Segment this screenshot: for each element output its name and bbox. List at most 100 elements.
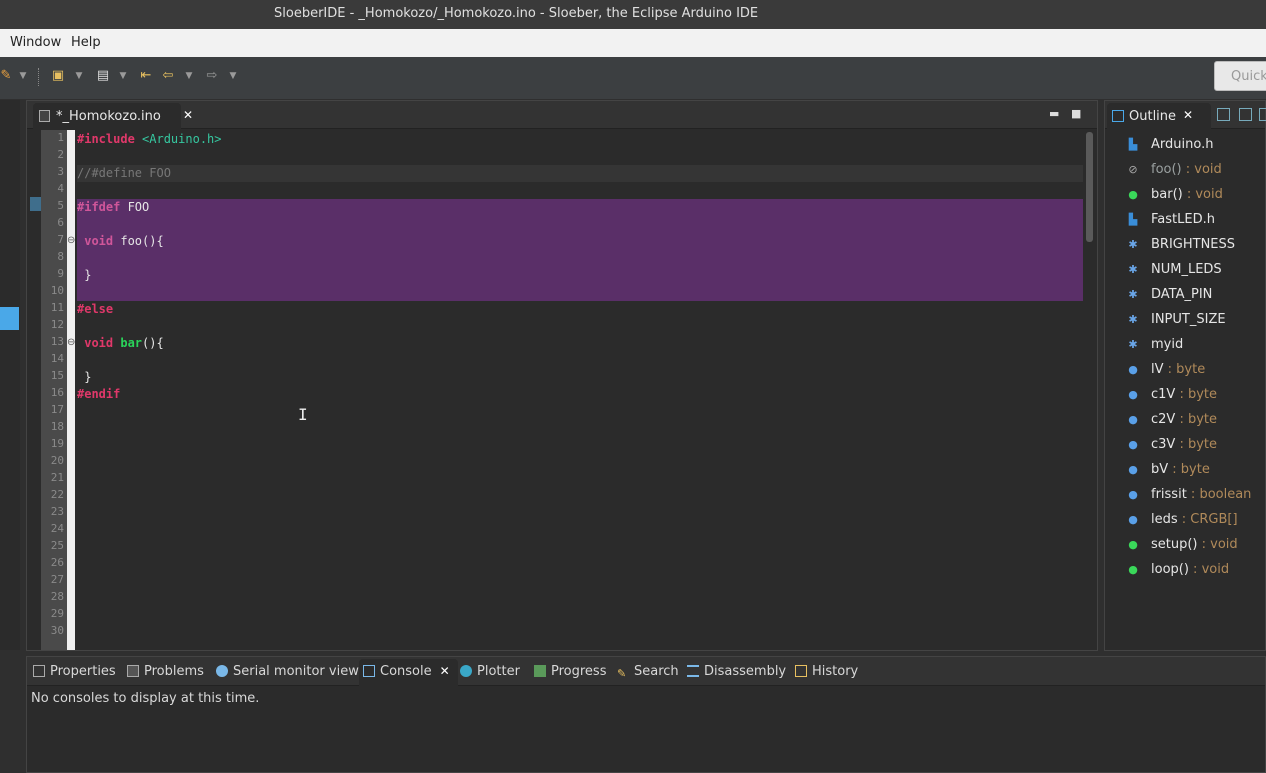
outline-item[interactable]: ● c3V : byte: [1127, 437, 1217, 457]
function-icon: ●: [1128, 538, 1138, 551]
menu-window[interactable]: Window: [10, 35, 61, 50]
variable-icon: ●: [1128, 463, 1138, 476]
source-file-icon: [39, 110, 50, 122]
code-area[interactable]: #include <Arduino.h> //#define FOO #ifde…: [77, 130, 1083, 650]
code-line-9: }: [77, 268, 92, 282]
window-title: SloeberIDE - _Homokozo/_Homokozo.ino - S…: [274, 6, 759, 21]
fold-toggle-icon[interactable]: ⊖: [67, 337, 75, 348]
build-icon[interactable]: ✎: [0, 68, 14, 84]
editor-tab-bar: *_Homokozo.ino ✕ ▬ ■: [27, 101, 1097, 129]
tab-plotter[interactable]: Plotter: [460, 664, 520, 679]
line-number: 18: [50, 420, 64, 433]
minimize-icon[interactable]: ▬: [1049, 107, 1059, 120]
forward-icon[interactable]: ⇨: [204, 68, 220, 84]
code-line-16: #endif: [77, 387, 121, 401]
code-line-1: #include <Arduino.h>: [77, 132, 222, 146]
line-number: 2: [57, 148, 64, 161]
line-number: 7: [57, 233, 64, 246]
close-icon[interactable]: ✕: [183, 108, 193, 122]
outline-tab-bar: Outline ✕: [1105, 101, 1266, 129]
outline-item[interactable]: ● leds : CRGB[]: [1127, 512, 1237, 532]
quick-access-field[interactable]: Quick: [1214, 61, 1266, 91]
problems-icon: [127, 665, 139, 677]
tab-problems[interactable]: Problems: [127, 664, 204, 679]
outline-item[interactable]: ⊘ foo() : void: [1127, 162, 1221, 182]
close-icon[interactable]: ✕: [1183, 108, 1193, 122]
outline-item[interactable]: ● c2V : byte: [1127, 412, 1217, 432]
close-icon[interactable]: ✕: [440, 664, 450, 678]
tab-disassembly[interactable]: Disassembly: [687, 664, 786, 679]
outline-tab-label: Outline: [1129, 109, 1177, 124]
editor-vertical-scrollbar[interactable]: [1085, 130, 1095, 650]
line-number: 26: [50, 556, 64, 569]
annotation-icon[interactable]: ▤: [95, 68, 111, 84]
editor-tab-label: *_Homokozo.ino: [56, 109, 161, 124]
outline-item[interactable]: ● frissit : boolean: [1127, 487, 1251, 507]
outline-item[interactable]: ● lV : byte: [1127, 362, 1205, 382]
left-side-panel: [0, 100, 20, 650]
line-number: 23: [50, 505, 64, 518]
tab-properties[interactable]: Properties: [33, 664, 116, 679]
back-icon[interactable]: ⇦: [160, 68, 176, 84]
function-icon: ●: [1128, 563, 1138, 576]
tab-outline[interactable]: Outline ✕: [1107, 103, 1211, 129]
outline-item[interactable]: ● bV : byte: [1127, 462, 1210, 482]
outline-item[interactable]: ● setup() : void: [1127, 537, 1237, 557]
outline-item[interactable]: ▙ Arduino.h: [1127, 137, 1214, 157]
macro-icon: ✱: [1128, 313, 1138, 326]
line-number: 25: [50, 539, 64, 552]
hide-fields-icon[interactable]: [1217, 108, 1230, 121]
line-number: 10: [50, 284, 64, 297]
line-number: 14: [50, 352, 64, 365]
tab-history[interactable]: History: [795, 664, 858, 679]
editor-tab-homokozo[interactable]: *_Homokozo.ino ✕: [33, 103, 193, 129]
tab-serial-monitor[interactable]: Serial monitor view: [216, 664, 359, 679]
text-cursor-icon: I: [298, 405, 308, 424]
line-number: 12: [50, 318, 64, 331]
outline-item[interactable]: ● c1V : byte: [1127, 387, 1217, 407]
line-number: 15: [50, 369, 64, 382]
line-number: 24: [50, 522, 64, 535]
tab-progress[interactable]: Progress: [534, 664, 606, 679]
outline-item[interactable]: ● bar() : void: [1127, 187, 1223, 207]
last-edit-icon[interactable]: ⇤: [138, 68, 154, 84]
annotation-dropdown-icon[interactable]: ▼: [118, 68, 128, 84]
outline-item[interactable]: ✱ DATA_PIN: [1127, 287, 1212, 307]
tab-search[interactable]: ✎ Search: [617, 664, 679, 680]
line-number: 6: [57, 216, 64, 229]
outline-item[interactable]: ● loop() : void: [1127, 562, 1229, 582]
macro-icon: ✱: [1128, 263, 1138, 276]
line-number: 22: [50, 488, 64, 501]
tab-console[interactable]: Console ✕: [359, 659, 458, 686]
line-number: 3: [57, 165, 64, 178]
upload-dropdown-icon[interactable]: ▼: [74, 68, 84, 84]
forward-dropdown-icon[interactable]: ▼: [228, 68, 238, 84]
upload-icon[interactable]: ▣: [50, 68, 66, 84]
menu-help[interactable]: Help: [71, 35, 101, 50]
left-panel-selection[interactable]: [0, 307, 19, 330]
history-icon: [795, 665, 807, 677]
inactive-code-highlight: [77, 199, 1083, 301]
back-dropdown-icon[interactable]: ▼: [184, 68, 194, 84]
outline-item[interactable]: ✱ INPUT_SIZE: [1127, 312, 1225, 332]
build-dropdown-icon[interactable]: ▼: [18, 68, 28, 84]
outline-item[interactable]: ✱ BRIGHTNESS: [1127, 237, 1235, 257]
line-number: 8: [57, 250, 64, 263]
outline-item[interactable]: ▙ FastLED.h: [1127, 212, 1215, 232]
maximize-icon[interactable]: ■: [1071, 107, 1081, 120]
line-number: 28: [50, 590, 64, 603]
outline-item[interactable]: ✱ NUM_LEDS: [1127, 262, 1221, 282]
outline-item[interactable]: ✱ myid: [1127, 337, 1183, 357]
line-number: 16: [50, 386, 64, 399]
collapse-all-icon[interactable]: [1239, 108, 1252, 121]
line-number-gutter: 1 2 3 4 5 6 7 8 9 10 11 12 13 14 15 16 1…: [41, 130, 67, 650]
sort-icon[interactable]: [1259, 108, 1266, 121]
window-titlebar: SloeberIDE - _Homokozo/_Homokozo.ino - S…: [0, 0, 1266, 29]
disassembly-icon: [687, 665, 699, 677]
progress-icon: [534, 665, 546, 677]
line-number: 9: [57, 267, 64, 280]
scrollbar-thumb[interactable]: [1086, 132, 1093, 242]
search-icon: ✎: [617, 667, 627, 680]
bookmark-marker: [30, 197, 41, 211]
fold-toggle-icon[interactable]: ⊖: [67, 235, 75, 246]
